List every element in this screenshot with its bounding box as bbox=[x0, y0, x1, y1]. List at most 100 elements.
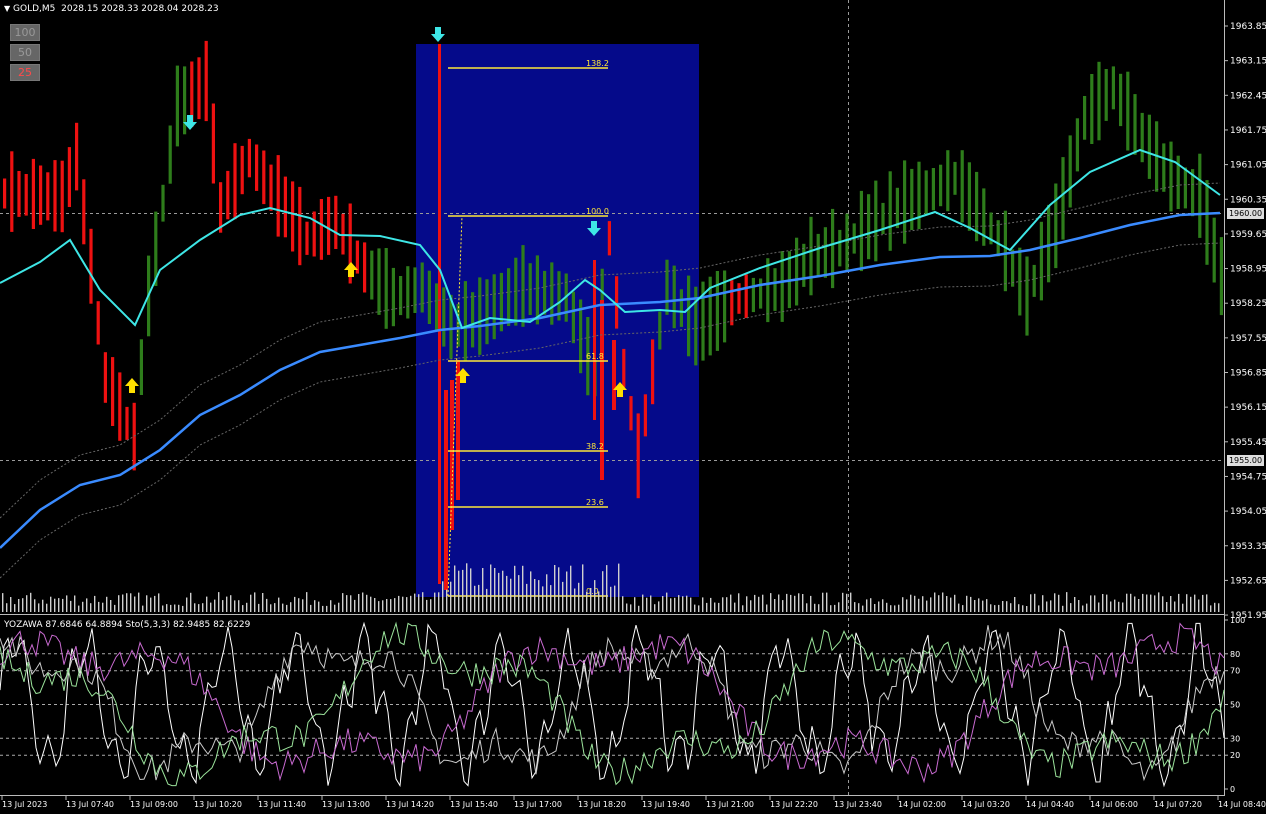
volume-bar bbox=[654, 604, 656, 612]
volume-bar bbox=[530, 571, 532, 612]
volume-bar bbox=[1154, 595, 1156, 612]
time-label: 14 Jul 03:20 bbox=[962, 800, 1010, 809]
volume-bar bbox=[398, 595, 400, 612]
volume-bar bbox=[490, 564, 492, 612]
volume-bar bbox=[190, 592, 192, 612]
candle bbox=[391, 267, 395, 327]
volume-bar bbox=[522, 565, 524, 612]
volume-bar bbox=[50, 596, 52, 612]
volume-bar bbox=[702, 597, 704, 612]
candle bbox=[111, 357, 115, 426]
volume-bar bbox=[42, 599, 44, 612]
volume-bar bbox=[54, 598, 56, 612]
candle bbox=[53, 160, 57, 232]
volume-bar bbox=[446, 589, 448, 612]
candle bbox=[370, 250, 374, 300]
candle bbox=[1061, 157, 1065, 240]
volume-bar bbox=[486, 588, 488, 612]
volume-bar bbox=[506, 575, 508, 612]
candle bbox=[334, 195, 338, 249]
volume-bar bbox=[898, 604, 900, 612]
volume-bar bbox=[462, 569, 464, 612]
volume-bar bbox=[262, 593, 264, 612]
candle bbox=[931, 168, 935, 211]
volume-bar bbox=[394, 598, 396, 612]
volume-bar bbox=[906, 599, 908, 612]
candle bbox=[838, 229, 842, 267]
candle bbox=[283, 176, 287, 238]
time-label: 13 Jul 15:40 bbox=[450, 800, 498, 809]
volume-bar bbox=[866, 599, 868, 612]
candle bbox=[1205, 180, 1209, 265]
volume-bar bbox=[194, 603, 196, 612]
volume-bar bbox=[386, 599, 388, 612]
candle bbox=[859, 190, 863, 272]
candle bbox=[1183, 167, 1187, 209]
candle bbox=[377, 248, 381, 315]
volume-bar bbox=[270, 604, 272, 612]
candle bbox=[730, 280, 734, 326]
volume-bar bbox=[1062, 605, 1064, 612]
volume-bar bbox=[1122, 602, 1124, 612]
volume-bar bbox=[638, 605, 640, 612]
spike-candle bbox=[444, 390, 448, 590]
candle bbox=[1162, 143, 1166, 192]
symbol-timeframe: GOLD,M5 bbox=[13, 4, 56, 14]
candle bbox=[507, 268, 511, 326]
price-label: 1956.15 bbox=[1230, 403, 1266, 413]
volume-bar bbox=[666, 592, 668, 612]
time-label: 13 Jul 19:40 bbox=[642, 800, 690, 809]
candle bbox=[82, 179, 86, 245]
volume-bar bbox=[846, 593, 848, 612]
volume-bar bbox=[738, 593, 740, 612]
volume-bar bbox=[722, 597, 724, 612]
volume-bar bbox=[1206, 594, 1208, 612]
volume-bar bbox=[410, 595, 412, 612]
price-tag-upper: 1960.00 bbox=[1227, 208, 1264, 219]
volume-bar bbox=[598, 591, 600, 612]
volume-bar bbox=[402, 596, 404, 612]
price-label: 1959.65 bbox=[1230, 230, 1266, 240]
candle bbox=[67, 147, 71, 207]
volume-bar bbox=[358, 594, 360, 612]
volume-bar bbox=[354, 599, 356, 612]
volume-bar bbox=[954, 594, 956, 612]
volume-bar bbox=[426, 599, 428, 612]
zoom-50-button[interactable]: 50 bbox=[10, 44, 40, 61]
zoom-25-button[interactable]: 25 bbox=[10, 64, 40, 81]
time-label: 14 Jul 07:20 bbox=[1154, 800, 1202, 809]
volume-bar bbox=[698, 605, 700, 612]
volume-bar bbox=[226, 596, 228, 612]
candle bbox=[967, 162, 971, 231]
volume-bar bbox=[574, 588, 576, 612]
volume-bar bbox=[218, 592, 220, 612]
spike-candle bbox=[438, 44, 441, 584]
candle bbox=[319, 199, 323, 260]
volume-bar bbox=[1202, 594, 1204, 612]
volume-bar bbox=[442, 581, 444, 612]
candle bbox=[247, 138, 251, 178]
volume-bar bbox=[946, 596, 948, 612]
zoom-100-button[interactable]: 100 bbox=[10, 24, 40, 41]
candle bbox=[305, 221, 309, 255]
volume-bar bbox=[494, 568, 496, 612]
candle bbox=[197, 57, 201, 120]
volume-bar bbox=[706, 602, 708, 612]
volume-bar bbox=[90, 603, 92, 612]
volume-bar bbox=[614, 585, 616, 612]
price-label: 1963.85 bbox=[1230, 22, 1266, 32]
candle bbox=[399, 276, 403, 316]
volume-bar bbox=[166, 604, 168, 612]
candle bbox=[125, 406, 129, 440]
candle bbox=[1133, 94, 1137, 155]
volume-bar bbox=[1050, 600, 1052, 612]
price-chart[interactable]: 1963.85 1963.15 1962.45 1961.75 1961.05 1960.… bbox=[0, 0, 1266, 814]
volume-bar bbox=[82, 601, 84, 612]
volume-bar bbox=[586, 592, 588, 612]
candle bbox=[204, 40, 208, 122]
volume-bar bbox=[694, 604, 696, 612]
volume-bar bbox=[146, 595, 148, 612]
candle bbox=[924, 170, 928, 215]
candle bbox=[636, 413, 640, 499]
candle bbox=[327, 196, 331, 255]
